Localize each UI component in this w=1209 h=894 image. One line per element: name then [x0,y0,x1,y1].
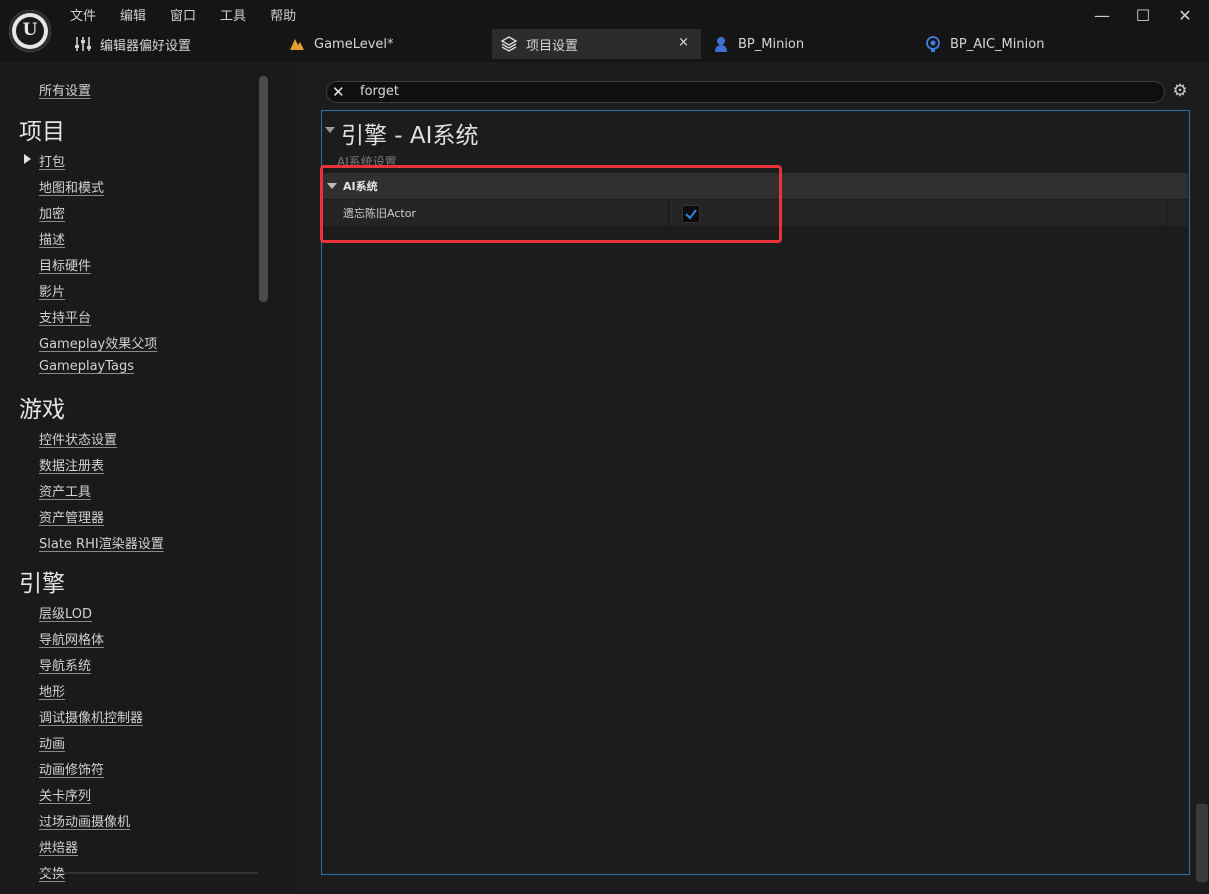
section-title: 引擎 - AI系统 [341,123,479,149]
sidebar-item-data-registry[interactable]: 数据注册表 [39,455,104,474]
sidebar-item-all-settings[interactable]: 所有设置 [39,80,91,99]
column-divider [1166,200,1167,226]
tab-bp-minion[interactable]: BP_Minion [712,29,804,59]
clear-search-icon[interactable]: ✕ [332,82,345,102]
tab-label: GameLevel* [314,36,394,52]
tab-label: 编辑器偏好设置 [100,38,192,54]
sidebar-scrollbar[interactable] [259,76,268,302]
tab-label: 项目设置 [526,38,579,54]
sliders-icon [74,35,92,53]
menu-help[interactable]: 帮助 [270,5,296,24]
highlight-box [320,165,782,243]
unreal-logo-icon[interactable]: U [9,10,51,52]
sidebar-item-packaging[interactable]: 打包 [39,151,65,170]
sidebar-item-asset-tools[interactable]: 资产工具 [39,481,91,500]
search-box: ✕ [326,81,1165,103]
sidebar-item-gameplay-tags[interactable]: GameplayTags [39,359,134,374]
menu-edit[interactable]: 编辑 [120,5,146,24]
sidebar-category-engine: 引擎 [19,571,65,597]
tab-bp-aic-minion[interactable]: BP_AIC_Minion [924,29,1044,59]
sidebar-item-animation[interactable]: 动画 [39,733,65,752]
tab-close-icon[interactable]: × [678,35,689,50]
sidebar-item-movies[interactable]: 影片 [39,281,65,300]
ai-controller-icon [924,35,942,53]
maximize-icon[interactable]: ☐ [1129,6,1157,26]
sidebar-item-description[interactable]: 描述 [39,229,65,248]
sidebar-item-debug-camera[interactable]: 调试摄像机控制器 [39,707,143,726]
close-icon[interactable]: ✕ [1171,6,1199,26]
search-input[interactable] [360,83,1140,100]
level-icon [288,35,306,53]
menu-bar: 文件 编辑 窗口 工具 帮助 [70,5,320,24]
collapse-arrow-icon[interactable] [325,127,335,133]
sidebar-item-slate-rhi[interactable]: Slate RHI渲染器设置 [39,533,164,552]
sidebar-item-cooker[interactable]: 烘焙器 [39,837,78,856]
tab-label: BP_Minion [738,36,805,52]
sidebar-item-encryption[interactable]: 加密 [39,203,65,222]
sidebar-item-gameplay-effect-parents[interactable]: Gameplay效果父项 [39,333,157,352]
sidebar-item-level-sequence[interactable]: 关卡序列 [39,785,91,804]
sidebar-category-game: 游戏 [19,397,65,423]
expand-arrow-icon[interactable] [24,154,31,164]
sidebar-item-asset-manager[interactable]: 资产管理器 [39,507,104,526]
sidebar-item-cinematic-camera[interactable]: 过场动画摄像机 [39,811,130,830]
sidebar-item-landscape[interactable]: 地形 [39,681,65,700]
tab-label: BP_AIC_Minion [950,36,1045,52]
tab-editor-preferences[interactable]: 编辑器偏好设置 [74,29,191,59]
sidebar-item-target-hardware[interactable]: 目标硬件 [39,255,91,274]
sidebar-item-widget-state[interactable]: 控件状态设置 [39,429,117,448]
sidebar-item-navmesh[interactable]: 导航网格体 [39,629,104,648]
title-bar: U 文件 编辑 窗口 工具 帮助 — ☐ ✕ 编辑器偏好设置 GameLevel… [0,0,1209,62]
settings-sidebar: 所有设置 项目 打包 地图和模式 加密 描述 目标硬件 影片 支持平台 Game… [0,62,294,894]
project-settings-icon [500,35,518,53]
sidebar-category-project: 项目 [19,119,65,145]
gear-icon[interactable]: ⚙ [1171,82,1189,100]
tab-game-level[interactable]: GameLevel* [288,29,394,59]
tab-project-settings[interactable]: 项目设置 × [492,29,701,59]
sidebar-item-navigation-system[interactable]: 导航系统 [39,655,91,674]
sidebar-item-animation-modifiers[interactable]: 动画修饰符 [39,759,104,778]
menu-window[interactable]: 窗口 [170,5,196,24]
menu-tools[interactable]: 工具 [220,5,246,24]
minimize-icon[interactable]: — [1088,6,1116,26]
sidebar-item-hlod[interactable]: 层级LOD [39,603,92,622]
character-blueprint-icon [712,35,730,53]
sidebar-divider [38,872,258,874]
details-scrollbar[interactable] [1196,804,1208,882]
sidebar-item-supported-platforms[interactable]: 支持平台 [39,307,91,326]
menu-file[interactable]: 文件 [70,5,96,24]
sidebar-item-maps-modes[interactable]: 地图和模式 [39,177,104,196]
document-tabs: 编辑器偏好设置 GameLevel* 项目设置 × BP_Minion BP_A… [62,29,1209,59]
